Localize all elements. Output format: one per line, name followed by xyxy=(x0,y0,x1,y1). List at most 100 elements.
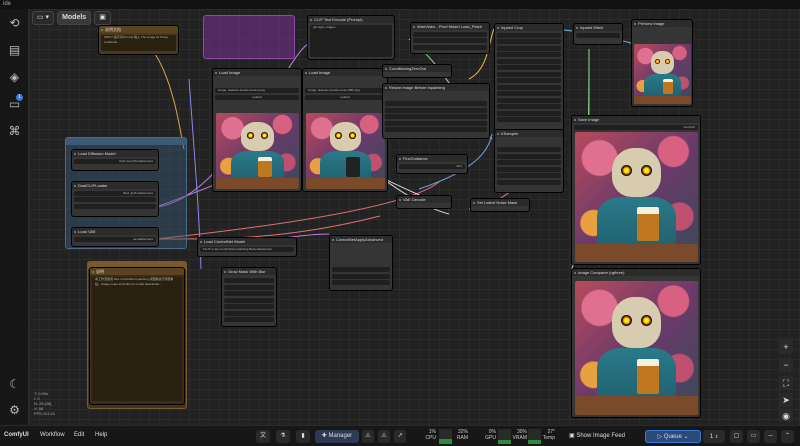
save-icon[interactable]: ▣ xyxy=(94,11,111,25)
widget[interactable] xyxy=(576,32,620,38)
widget[interactable] xyxy=(497,160,561,165)
batch-icon[interactable]: ▢ xyxy=(730,430,743,443)
pointer-icon[interactable]: ➤ xyxy=(779,393,793,407)
widget[interactable] xyxy=(497,45,561,51)
document-icon[interactable]: ▤ xyxy=(7,43,22,58)
bookmark-icon[interactable]: ▮ xyxy=(296,430,310,443)
app-menu[interactable]: ComfyUI xyxy=(4,432,29,438)
widget[interactable] xyxy=(497,153,561,159)
model-patch-node[interactable]: WanVideo - Pixel Model Load_Patch xyxy=(410,22,490,54)
node-canvas[interactable]: 说明文档 INPUT 提示词/Prompt 输入 The image for P… xyxy=(29,9,800,425)
widget[interactable] xyxy=(497,84,561,90)
node-icon[interactable]: ⚗ xyxy=(276,430,290,443)
widget[interactable] xyxy=(413,44,487,50)
manager-button[interactable]: ✚ Manager xyxy=(315,430,359,443)
widget[interactable] xyxy=(385,120,487,126)
widget[interactable] xyxy=(497,71,561,77)
queue-button[interactable]: ▷ Queue ⌄ xyxy=(645,430,701,443)
widget[interactable] xyxy=(332,273,390,279)
folder-menu-button[interactable]: ▭ ▾ xyxy=(32,11,55,25)
clip-select-1[interactable]: t5xxl_fp16.safetensors xyxy=(74,190,156,196)
widget[interactable] xyxy=(497,78,561,83)
widget[interactable] xyxy=(497,58,561,64)
widget[interactable] xyxy=(497,32,561,38)
widget[interactable] xyxy=(497,179,561,185)
widget[interactable] xyxy=(224,291,274,296)
help-menu[interactable]: Help xyxy=(95,432,107,438)
upload-button[interactable]: upload xyxy=(215,94,299,100)
model-select[interactable]: flux1-dev-fp8.safetensors xyxy=(74,158,156,164)
widget[interactable] xyxy=(497,104,561,109)
history-icon[interactable]: ⟲ xyxy=(7,16,22,31)
widget[interactable] xyxy=(497,110,561,116)
widget[interactable] xyxy=(224,310,274,316)
conditioning-node[interactable]: ConditioningZeroOut xyxy=(382,64,452,78)
widget[interactable] xyxy=(497,117,561,122)
widget[interactable] xyxy=(497,166,561,172)
tool-icon[interactable]: ⚠ xyxy=(362,430,374,443)
load-image-node-2[interactable]: Load Image image: skeleton-1pxels-crest-… xyxy=(302,68,388,192)
folder-icon[interactable]: ▭ 1 xyxy=(7,94,23,112)
preview-image-node[interactable]: Preview Image xyxy=(631,19,693,107)
ksampler-node[interactable]: KSampler xyxy=(494,129,564,193)
widget[interactable] xyxy=(224,284,274,290)
guidance-input[interactable]: 30.0 xyxy=(399,163,465,169)
widget[interactable] xyxy=(497,147,561,152)
clip-select-2[interactable] xyxy=(74,197,156,202)
dual-clip-node[interactable]: DualCLIPLoader t5xxl_fp16.safetensors xyxy=(71,181,159,217)
widget[interactable] xyxy=(224,278,274,283)
widget[interactable] xyxy=(497,173,561,178)
widget[interactable] xyxy=(413,31,487,37)
widget[interactable] xyxy=(385,127,487,132)
zoom-out-icon[interactable]: − xyxy=(779,358,793,372)
upload-button[interactable]: upload xyxy=(305,94,385,100)
image-comparer-node[interactable]: Image Comparer (rgthree) xyxy=(571,268,701,418)
tool-icon[interactable]: ⚠ xyxy=(378,430,390,443)
inpaint-group[interactable] xyxy=(203,15,295,59)
widget[interactable] xyxy=(332,267,390,272)
expand-icon[interactable]: ⌃ xyxy=(781,430,794,443)
zoom-in-icon[interactable]: + xyxy=(779,340,793,354)
clip-type[interactable] xyxy=(74,203,156,209)
widget[interactable] xyxy=(385,107,487,113)
share-icon[interactable]: ↗ xyxy=(394,430,406,443)
note-text[interactable]: 本工作流使用 Flux ControlNet Inpainting 对图像进行局… xyxy=(92,276,182,401)
inpaint-stitch-node[interactable]: Inpaint Stitch xyxy=(573,23,623,45)
moon-icon[interactable]: ☾ xyxy=(7,377,22,392)
image-select[interactable]: image: skeleton-1pxels-crest-2.png xyxy=(215,88,299,93)
load-image-node-1[interactable]: Load Image image: skeleton-1pxels-crest-… xyxy=(212,68,302,192)
graph-icon[interactable]: ⌘ xyxy=(7,124,22,139)
note-bottom-node[interactable]: 说明 本工作流使用 Flux ControlNet Inpainting 对图像… xyxy=(89,267,185,405)
vae-decode-node[interactable]: VAE Decode xyxy=(396,195,452,209)
widget[interactable] xyxy=(224,304,274,309)
filename-prefix[interactable]: ComfyUI xyxy=(574,124,698,130)
load-vae-node[interactable]: Load VAE ae.safetensors xyxy=(71,227,159,247)
widget[interactable] xyxy=(332,280,390,285)
widget[interactable] xyxy=(224,297,274,303)
workflow-menu[interactable]: Workflow xyxy=(40,432,65,438)
widget[interactable] xyxy=(385,114,487,119)
widget[interactable] xyxy=(413,38,487,43)
minimize-icon[interactable]: ─ xyxy=(764,430,777,443)
cube-icon[interactable]: ◈ xyxy=(7,70,22,85)
widget[interactable] xyxy=(497,52,561,57)
clip-text-encode-node[interactable]: CLIP Text Encode (Prompt) girl style, im… xyxy=(307,15,395,60)
edit-menu[interactable]: Edit xyxy=(74,432,84,438)
controlnet-select[interactable]: FLUX.1-dev-ControlNet-Inpainting-Beta.sa… xyxy=(200,246,294,252)
flux-guidance-node[interactable]: FluxGuidance 30.0 xyxy=(396,154,468,174)
prompt-textarea[interactable]: girl style, images xyxy=(310,24,392,57)
settings-icon[interactable]: ⚙ xyxy=(7,403,22,418)
widget[interactable] xyxy=(497,39,561,44)
fit-view-icon[interactable]: ⛶ xyxy=(779,376,793,390)
set-latent-node[interactable]: Set Latent Noise Mask xyxy=(470,198,530,212)
show-image-feed-toggle[interactable]: ▣ Show Image Feed xyxy=(560,430,634,443)
load-controlnet-node[interactable]: Load ControlNet Model FLUX.1-dev-Control… xyxy=(197,237,297,257)
note-top-node[interactable]: 说明文档 INPUT 提示词/Prompt 输入 The image for P… xyxy=(98,25,179,55)
window-icon[interactable]: ▭ xyxy=(747,430,760,443)
image-select[interactable]: image: skeleton-1pxels-crest-1000.png xyxy=(305,88,385,93)
widget[interactable] xyxy=(497,97,561,103)
translate-icon[interactable]: 文 xyxy=(256,430,270,443)
vae-select[interactable]: ae.safetensors xyxy=(74,236,156,242)
grow-mask-node[interactable]: Grow Mask With Blur xyxy=(221,267,277,327)
widget[interactable] xyxy=(224,317,274,322)
